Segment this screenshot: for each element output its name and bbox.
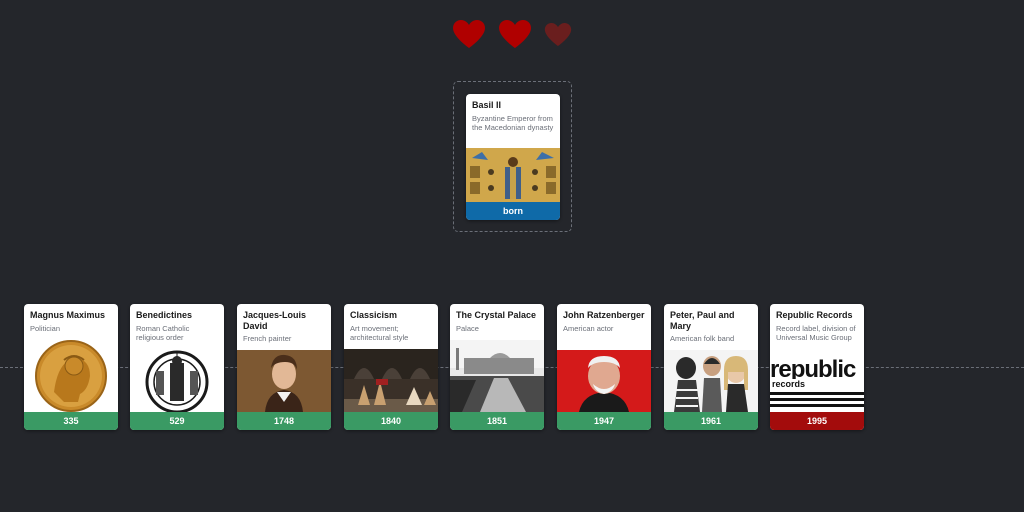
card-image [664, 350, 758, 412]
card-description: Roman Catholic religious order [136, 323, 190, 343]
timeline-card: John Ratzenberger American actor 1947 [557, 304, 651, 430]
heart-icon [544, 22, 572, 47]
card-year: 335 [24, 412, 118, 430]
card-description: Byzantine Emperor from the Macedonian dy… [472, 113, 554, 133]
card-year: 1840 [344, 412, 438, 430]
card-title: John Ratzenberger [563, 310, 645, 320]
card-image: republic records [770, 358, 864, 412]
card-title: The Crystal Palace [456, 310, 537, 320]
heart-icon [452, 19, 486, 49]
heart-icon [498, 19, 532, 49]
timeline-card: The Crystal Palace Palace 1851 [450, 304, 544, 430]
card-title: Peter, Paul and Mary [670, 310, 735, 331]
card-image [466, 148, 560, 202]
card-year: 1947 [557, 412, 651, 430]
timeline-card: Jacques-Louis David French painter 1748 [237, 304, 331, 430]
timeline-card: Benedictines Roman Catholic religious or… [130, 304, 224, 430]
card-description: Politician [30, 323, 61, 333]
timeline-card: Peter, Paul and Mary American folk band … [664, 304, 758, 430]
card-image [130, 349, 224, 412]
timeline-card: Classicism Art movement; architectural s… [344, 304, 438, 430]
card-year: 1995 [770, 412, 864, 430]
card-description: American actor [563, 323, 614, 333]
card-title: Republic Records [776, 310, 853, 320]
card-year: 1748 [237, 412, 331, 430]
card-title: Classicism [350, 310, 398, 320]
card-image [557, 350, 651, 412]
card-description: Palace [456, 323, 479, 333]
card-title: Jacques-Louis David [243, 310, 307, 331]
card-description: French painter [243, 334, 292, 343]
card-year: 529 [130, 412, 224, 430]
card-image [450, 340, 544, 412]
card-image [237, 350, 331, 412]
active-card[interactable]: Basil II Byzantine Emperor from the Mace… [466, 94, 560, 220]
card-label: born [466, 202, 560, 220]
card-year: 1851 [450, 412, 544, 430]
card-year: 1961 [664, 412, 758, 430]
timeline-card: Republic Records Record label, division … [770, 304, 864, 430]
card-description: Record label, division of Universal Musi… [776, 323, 856, 343]
card-description: Art movement; architectural style [350, 323, 409, 343]
timeline-card: Magnus Maximus Politician 335 [24, 304, 118, 430]
card-image [344, 349, 438, 412]
card-title: Magnus Maximus [30, 310, 106, 320]
card-title: Basil II [472, 100, 502, 110]
game-board: Basil II Byzantine Emperor from the Mace… [0, 0, 1024, 512]
logo-text-bottom: records [772, 379, 809, 389]
card-image [24, 340, 118, 412]
card-title: Benedictines [136, 310, 193, 320]
card-description: American folk band [670, 334, 735, 343]
lives-indicator [452, 18, 572, 50]
